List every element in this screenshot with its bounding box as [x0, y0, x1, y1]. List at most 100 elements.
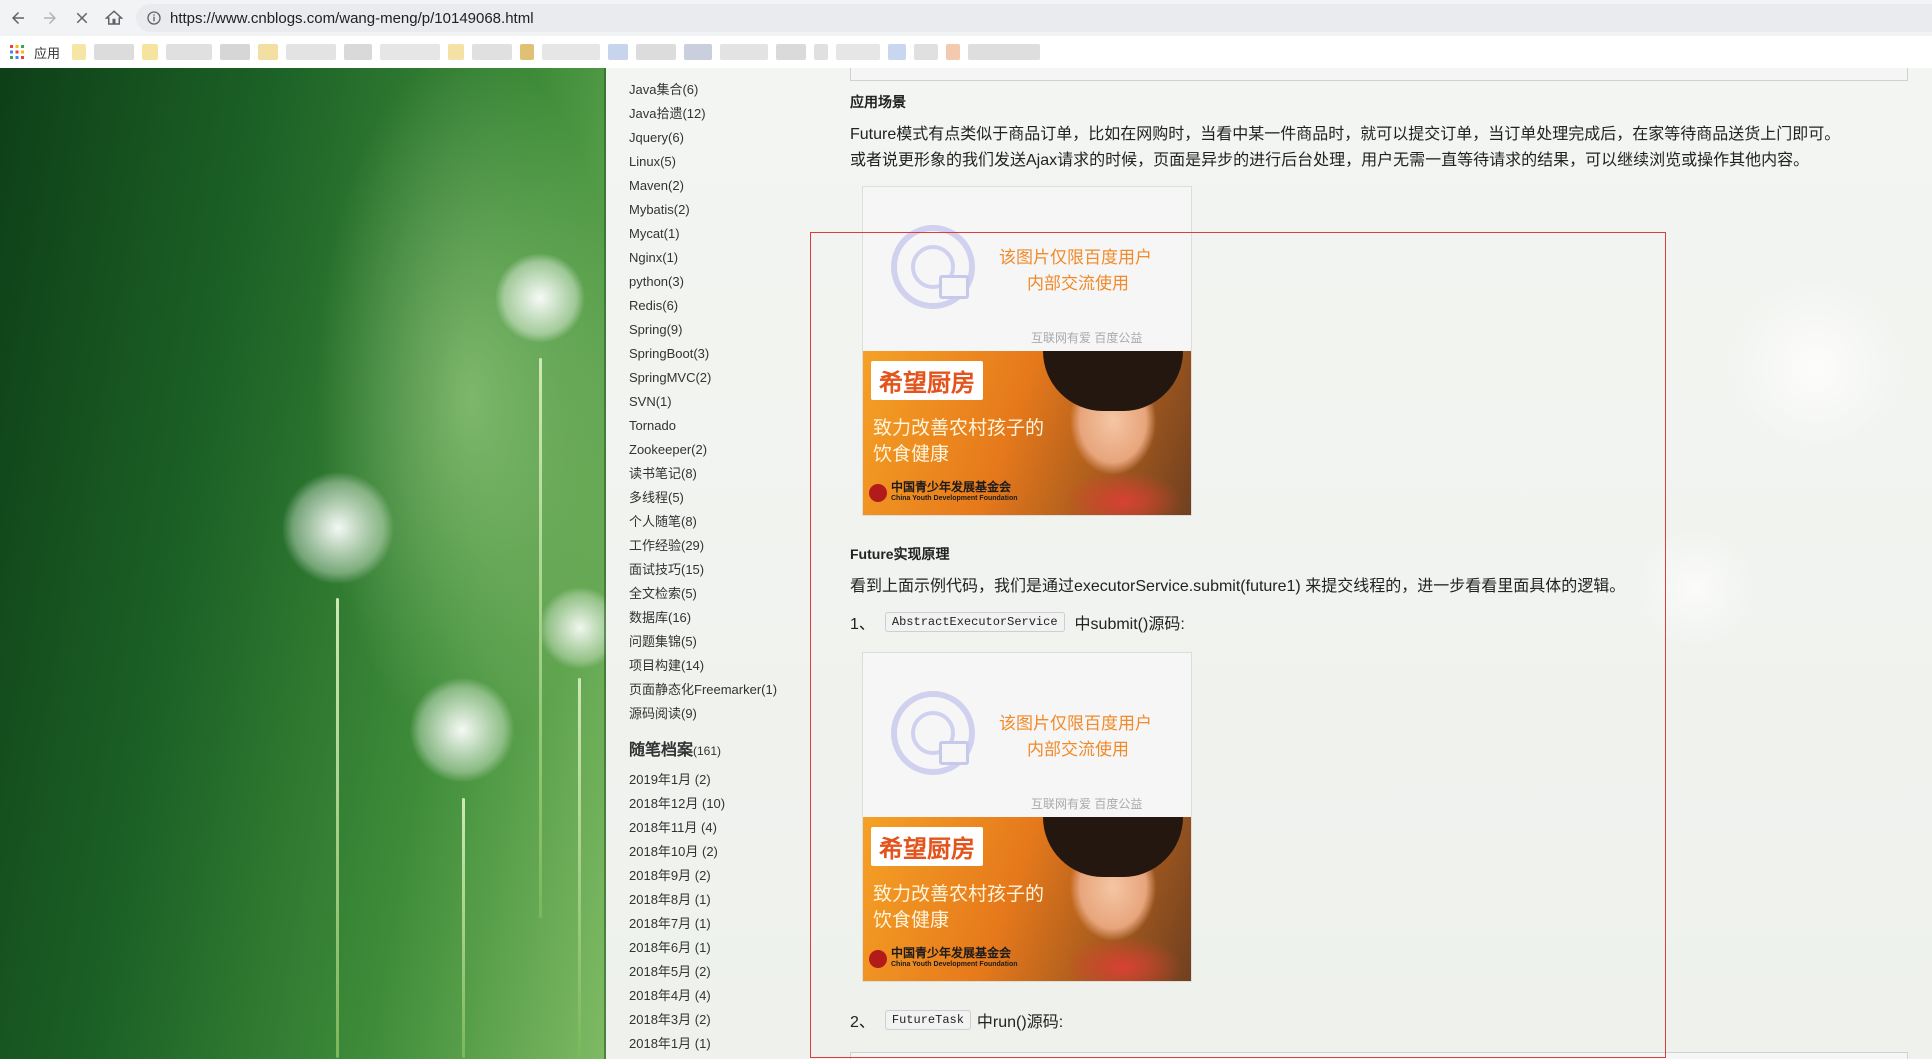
category-link[interactable]: 问题集锦(5) — [629, 630, 777, 654]
archive-link[interactable]: 2018年3月 (2) — [629, 1008, 725, 1032]
picture-icon — [891, 691, 975, 775]
step-text: 中run()源码: — [976, 1014, 1064, 1031]
foundation-name-en: China Youth Development Foundation — [891, 495, 1018, 502]
section-heading: 应用场景 — [850, 94, 906, 110]
content-background — [606, 68, 1932, 1059]
charity-banner: 希望厨房 致力改善农村孩子的 饮食健康 中国青少年发展基金会 China Yout… — [863, 351, 1191, 515]
category-link[interactable]: Tornado — [629, 414, 777, 438]
category-link[interactable]: Jquery(6) — [629, 126, 777, 150]
banner-subtitle: 饮食健康 — [873, 444, 950, 465]
home-button[interactable] — [102, 6, 126, 30]
category-link[interactable]: SVN(1) — [629, 390, 777, 414]
category-link[interactable]: Mybatis(2) — [629, 198, 777, 222]
foundation-logo: 中国青少年发展基金会 China Youth Development Founda… — [869, 481, 1018, 505]
stop-loading-button[interactable] — [70, 6, 94, 30]
category-link[interactable]: 个人随笔(8) — [629, 510, 777, 534]
banner-subtitle: 致力改善农村孩子的 — [873, 418, 1045, 439]
archive-link[interactable]: 2018年7月 (1) — [629, 912, 725, 936]
back-button[interactable] — [6, 6, 30, 30]
banner-title: 希望厨房 — [871, 361, 983, 400]
archive-link[interactable]: 2018年6月 (1) — [629, 936, 725, 960]
category-link[interactable]: 数据库(16) — [629, 606, 777, 630]
category-link[interactable]: 面试技巧(15) — [629, 558, 777, 582]
section-heading: Future实现原理 — [850, 546, 950, 562]
step-text: 中submit()源码: — [1074, 616, 1185, 633]
archive-link[interactable]: 2018年11月 (4) — [629, 816, 725, 840]
category-link[interactable]: 项目构建(14) — [629, 654, 777, 678]
category-link[interactable]: Zookeeper(2) — [629, 438, 777, 462]
category-link[interactable]: Linux(5) — [629, 150, 777, 174]
apps-bookmark-label[interactable]: 应用 — [34, 43, 60, 62]
category-link[interactable]: 读书笔记(8) — [629, 462, 777, 486]
article-image: 该图片仅限百度用户 内部交流使用 互联网有爱 百度公益 希望厨房 致力改善农村孩… — [862, 186, 1192, 516]
foundation-emblem-icon — [869, 484, 887, 502]
archive-link[interactable]: 2018年12月 (10) — [629, 792, 725, 816]
web-page: Java集合(6) Java拾遗(12) Jquery(6) Linux(5) … — [0, 68, 1932, 1059]
archive-link[interactable]: 2018年5月 (2) — [629, 960, 725, 984]
inline-code: FutureTask — [884, 1010, 971, 1030]
code-block-start — [850, 1052, 1908, 1059]
address-bar[interactable]: https://www.cnblogs.com/wang-meng/p/1014… — [136, 4, 1932, 32]
category-link[interactable]: 多线程(5) — [629, 486, 777, 510]
category-link[interactable]: Spring(9) — [629, 318, 777, 342]
paragraph: 看到上面示例代码，我们是通过executorService.submit(fut… — [850, 578, 1626, 595]
inline-code: AbstractExecutorService — [884, 612, 1065, 632]
banner-subtitle: 致力改善农村孩子的 — [873, 884, 1045, 905]
forward-button[interactable] — [38, 6, 62, 30]
placeholder-text: 该图片仅限百度用户 — [999, 248, 1152, 267]
archive-title: 随笔档案 — [629, 742, 694, 759]
browser-toolbar: https://www.cnblogs.com/wang-meng/p/1014… — [0, 0, 1932, 36]
url-text[interactable]: https://www.cnblogs.com/wang-meng/p/1014… — [170, 10, 534, 27]
category-link[interactable]: Java拾遗(12) — [629, 102, 777, 126]
foundation-emblem-icon — [869, 950, 887, 968]
archive-list: 2019年1月 (2) 2018年12月 (10) 2018年11月 (4) 2… — [629, 768, 725, 1056]
picture-icon — [891, 225, 975, 309]
placeholder-text: 该图片仅限百度用户 — [999, 714, 1152, 733]
blurred-bookmarks — [72, 44, 1217, 60]
bookmarks-bar: 应用 — [0, 36, 1932, 69]
category-link[interactable]: 全文检索(5) — [629, 582, 777, 606]
info-icon[interactable] — [146, 10, 162, 26]
category-link[interactable]: SpringBoot(3) — [629, 342, 777, 366]
dandelion-stem — [462, 798, 465, 1058]
category-link[interactable]: 源码阅读(9) — [629, 702, 777, 726]
placeholder-text: 内部交流使用 — [1027, 274, 1129, 293]
category-link[interactable]: 工作经验(29) — [629, 534, 777, 558]
close-icon — [76, 12, 88, 24]
category-link[interactable]: 页面静态化Freemarker(1) — [629, 678, 777, 702]
foundation-logo: 中国青少年发展基金会 China Youth Development Founda… — [869, 947, 1018, 971]
dandelion-stem — [336, 598, 339, 1058]
step-2: 2、 FutureTask 中run()源码: — [850, 1008, 1063, 1032]
placeholder-footer: 互联网有爱 百度公益 — [1031, 797, 1143, 811]
dandelion-stem — [539, 358, 542, 918]
placeholder-text: 内部交流使用 — [1027, 740, 1129, 759]
category-link[interactable]: Redis(6) — [629, 294, 777, 318]
archive-link[interactable]: 2018年4月 (4) — [629, 984, 725, 1008]
code-block-end — [850, 68, 1908, 81]
category-link[interactable]: Nginx(1) — [629, 246, 777, 270]
step-1: 1、 AbstractExecutorService 中submit()源码: — [850, 610, 1185, 634]
home-icon — [105, 10, 123, 25]
step-number: 2、 — [850, 1014, 875, 1031]
banner-subtitle: 饮食健康 — [873, 910, 950, 931]
placeholder-footer: 互联网有爱 百度公益 — [1031, 331, 1143, 345]
paragraph: Future模式有点类似于商品订单，比如在网购时，当看中某一件商品时，就可以提交… — [850, 126, 1841, 143]
category-link[interactable]: Mycat(1) — [629, 222, 777, 246]
paragraph: 或者说更形象的我们发送Ajax请求的时候，页面是异步的进行后台处理，用户无需一直… — [850, 152, 1810, 169]
category-link[interactable]: Java集合(6) — [629, 78, 777, 102]
apps-grid-icon[interactable] — [10, 45, 24, 59]
foundation-name: 中国青少年发展基金会 — [891, 946, 1012, 960]
archive-count: (161) — [693, 744, 722, 758]
foundation-name-en: China Youth Development Foundation — [891, 961, 1018, 968]
category-link[interactable]: Maven(2) — [629, 174, 777, 198]
archive-link[interactable]: 2018年1月 (1) — [629, 1032, 725, 1056]
dandelion-background — [0, 68, 606, 1059]
archive-link[interactable]: 2018年10月 (2) — [629, 840, 725, 864]
archive-link[interactable]: 2018年8月 (1) — [629, 888, 725, 912]
archive-link[interactable]: 2019年1月 (2) — [629, 768, 725, 792]
step-number: 1、 — [850, 616, 875, 633]
category-link[interactable]: SpringMVC(2) — [629, 366, 777, 390]
banner-title: 希望厨房 — [871, 827, 983, 866]
archive-link[interactable]: 2018年9月 (2) — [629, 864, 725, 888]
category-link[interactable]: python(3) — [629, 270, 777, 294]
